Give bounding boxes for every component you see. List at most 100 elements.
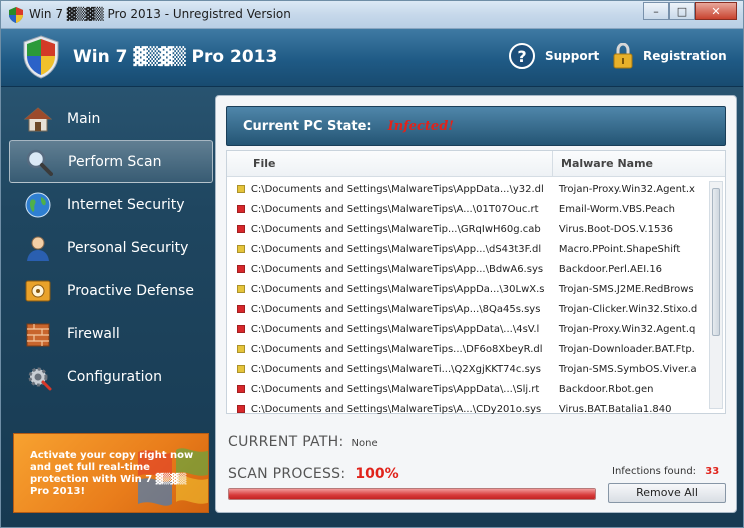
table-row[interactable]: C:\Documents and Settings\MalwareTips\Ap… (227, 319, 707, 339)
severity-icon (237, 385, 245, 393)
severity-icon (237, 205, 245, 213)
sidebar-item-label: Internet Security (67, 196, 185, 213)
file-cell: C:\Documents and Settings\MalwareTips\Ap… (250, 243, 542, 255)
column-header-malware[interactable]: Malware Name (553, 151, 653, 176)
scan-process-label: SCAN PROCESS: (228, 466, 346, 482)
sidebar-item-label: Firewall (67, 325, 120, 342)
sidebar-item-label: Configuration (67, 368, 162, 385)
malware-cell: Macro.PPoint.ShapeShift (558, 243, 681, 255)
sidebar-item-firewall[interactable]: Firewall (9, 312, 213, 355)
file-cell: C:\Documents and Settings\MalwareTips\Ap… (250, 183, 544, 195)
file-cell: C:\Documents and Settings\MalwareTips\Ap… (250, 283, 545, 295)
sidebar-item-configuration[interactable]: Configuration (9, 355, 213, 398)
severity-icon (237, 185, 245, 193)
infections-found: Infections found: 33 (612, 466, 719, 477)
firewall-icon (23, 319, 53, 349)
table-scrollbar[interactable] (709, 181, 723, 409)
shield-icon (9, 7, 23, 23)
window-title: Win 7 ▓▒▓▒ Pro 2013 - Unregistred Versio… (29, 7, 291, 21)
support-label: Support (545, 49, 600, 63)
sidebar-item-label: Proactive Defense (67, 282, 194, 299)
malware-cell: Trojan-Proxy.Win32.Agent.q (558, 323, 696, 335)
pc-state-bar: Current PC State: Infected! (226, 106, 726, 146)
maximize-button[interactable]: □ (669, 2, 695, 20)
window-controls: – □ ✕ (643, 2, 737, 20)
sidebar-item-label: Main (67, 110, 101, 127)
table-row[interactable]: C:\Documents and Settings\MalwareTi...\Q… (227, 359, 707, 379)
file-cell: C:\Documents and Settings\MalwareTips\Ap… (250, 303, 541, 315)
table-row[interactable]: C:\Documents and Settings\MalwareTips\A.… (227, 399, 707, 419)
gear-icon (23, 362, 53, 392)
file-cell: C:\Documents and Settings\MalwareTips\Ap… (250, 263, 544, 275)
app-title: Win 7 ▓▒▓▒ Pro 2013 (73, 47, 278, 67)
table-body: C:\Documents and Settings\MalwareTips\Ap… (227, 179, 707, 419)
sidebar-item-label: Perform Scan (68, 153, 162, 170)
scrollbar-thumb[interactable] (712, 188, 720, 336)
malware-cell: Email-Worm.VBS.Peach (558, 203, 675, 215)
scan-process-value: 100% (355, 466, 399, 482)
severity-icon (237, 405, 245, 413)
minimize-button[interactable]: – (643, 2, 669, 20)
support-link[interactable]: ? Support (509, 43, 599, 69)
activation-text: Activate your copy right now and get ful… (30, 450, 194, 497)
remove-all-button[interactable]: Remove All (608, 483, 726, 503)
registration-label: Registration (643, 49, 727, 63)
app-window: Win 7 ▓▒▓▒ Pro 2013 - Unregistred Versio… (0, 0, 744, 528)
lock-icon (613, 43, 633, 69)
table-row[interactable]: C:\Documents and Settings\MalwareTips\Ap… (227, 179, 707, 199)
close-button[interactable]: ✕ (695, 2, 737, 20)
file-cell: C:\Documents and Settings\MalwareTi...\Q… (250, 363, 541, 375)
table-row[interactable]: C:\Documents and Settings\MalwareTips\Ap… (227, 379, 707, 399)
malware-cell: Virus.BAT.Batalia1.840 (558, 403, 672, 415)
activation-banner[interactable]: Activate your copy right now and get ful… (13, 433, 209, 513)
sidebar-item-proactive-defense[interactable]: Proactive Defense (9, 269, 213, 312)
table-row[interactable]: C:\Documents and Settings\MalwareTips\Ap… (227, 299, 707, 319)
title-bar[interactable]: Win 7 ▓▒▓▒ Pro 2013 - Unregistred Versio… (1, 1, 743, 29)
registration-link[interactable]: Registration (613, 43, 727, 69)
svg-text:?: ? (517, 47, 526, 66)
pc-state-value: Infected! (387, 118, 454, 134)
magnifier-icon (24, 147, 54, 177)
globe-icon (23, 190, 53, 220)
shield-logo-icon (23, 35, 59, 79)
table-row[interactable]: C:\Documents and Settings\MalwareTips\A.… (227, 199, 707, 219)
sidebar-nav: Main Perform Scan Internet Security Pers… (9, 97, 213, 417)
malware-cell: Trojan-Clicker.Win32.Stixo.d (558, 303, 698, 315)
malware-cell: Backdoor.Rbot.gen (558, 383, 654, 395)
current-path: CURRENT PATH: None (228, 434, 378, 450)
severity-icon (237, 365, 245, 373)
malware-cell: Trojan-Proxy.Win32.Agent.x (558, 183, 695, 195)
infections-found-label: Infections found: (612, 466, 697, 477)
table-row[interactable]: C:\Documents and Settings\MalwareTips...… (227, 339, 707, 359)
user-icon (23, 233, 53, 263)
table-row[interactable]: C:\Documents and Settings\MalwareTips\Ap… (227, 239, 707, 259)
pc-state-label: Current PC State: (243, 118, 372, 134)
file-cell: C:\Documents and Settings\MalwareTips...… (250, 343, 543, 355)
malware-cell: Trojan-Downloader.BAT.Ftp. (558, 343, 695, 355)
sidebar-item-internet-security[interactable]: Internet Security (9, 183, 213, 226)
malware-cell: Virus.Boot-DOS.V.1536 (558, 223, 674, 235)
infections-found-count: 33 (705, 466, 720, 477)
safe-icon (23, 276, 53, 306)
table-header: File Malware Name (227, 151, 725, 177)
severity-icon (237, 225, 245, 233)
file-cell: C:\Documents and Settings\MalwareTips\A.… (250, 403, 542, 415)
severity-icon (237, 265, 245, 273)
scan-process: SCAN PROCESS: 100% (228, 466, 399, 482)
column-header-file[interactable]: File (227, 151, 553, 176)
sidebar-item-personal-security[interactable]: Personal Security (9, 226, 213, 269)
table-row[interactable]: C:\Documents and Settings\MalwareTip...\… (227, 219, 707, 239)
app-header: Win 7 ▓▒▓▒ Pro 2013 ? Support Registrati… (1, 29, 743, 87)
malware-cell: Backdoor.Perl.AEI.16 (558, 263, 663, 275)
current-path-value: None (351, 438, 378, 449)
sidebar-item-perform-scan[interactable]: Perform Scan (9, 140, 213, 183)
sidebar-item-main[interactable]: Main (9, 97, 213, 140)
malware-cell: Trojan-SMS.SymbOS.Viver.a (558, 363, 697, 375)
severity-icon (237, 285, 245, 293)
infections-table: File Malware Name C:\Documents and Setti… (226, 150, 726, 415)
table-row[interactable]: C:\Documents and Settings\MalwareTips\Ap… (227, 259, 707, 279)
current-path-label: CURRENT PATH: (228, 434, 344, 450)
malware-cell: Trojan-SMS.J2ME.RedBrows (558, 283, 694, 295)
table-row[interactable]: C:\Documents and Settings\MalwareTips\Ap… (227, 279, 707, 299)
sidebar-item-label: Personal Security (67, 239, 189, 256)
